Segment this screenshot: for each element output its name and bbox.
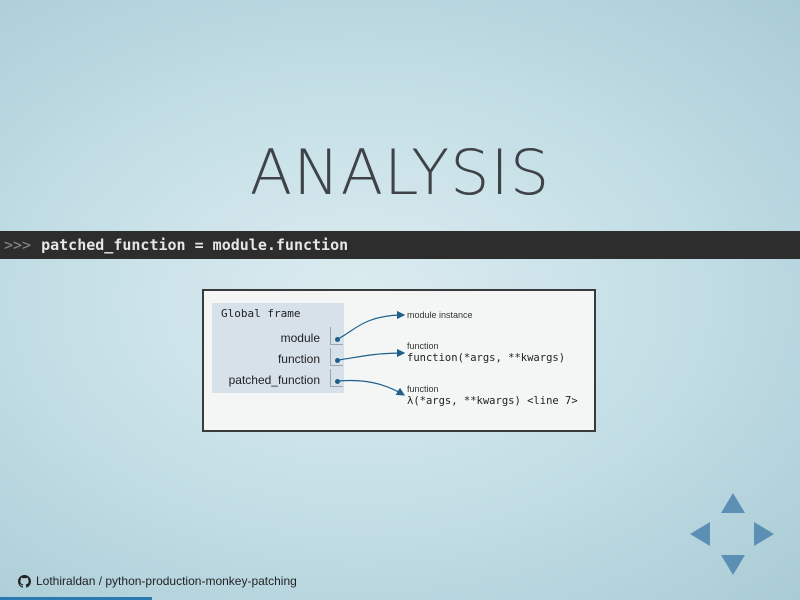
- nav-down-arrow-icon[interactable]: [721, 555, 745, 575]
- frame-diagram: Global frame module function patched_fun…: [202, 289, 596, 432]
- object-type-label: function: [407, 341, 439, 351]
- nav-up-arrow-icon[interactable]: [721, 493, 745, 513]
- nav-left-arrow-icon[interactable]: [690, 522, 710, 546]
- object-type-label: function: [407, 384, 439, 394]
- arrow-patched-function: [337, 379, 406, 396]
- footer-repo-link[interactable]: Lothiraldan / python-production-monkey-p…: [18, 574, 297, 588]
- code-line: >>> patched_function = module.function: [0, 231, 800, 259]
- object-lambda-value: λ(*args, **kwargs) <line 7>: [407, 395, 578, 407]
- object-function-value: function(*args, **kwargs): [407, 352, 566, 364]
- code-prompt: >>>: [4, 236, 32, 254]
- code-text: patched_function = module.function: [41, 236, 349, 254]
- object-module-instance: module instance: [407, 310, 473, 320]
- footer-repo-text[interactable]: Lothiraldan / python-production-monkey-p…: [36, 574, 297, 588]
- arrow-module: [337, 310, 406, 340]
- slide-title: ANALYSIS: [249, 136, 551, 209]
- github-icon: [18, 574, 31, 588]
- arrow-function: [337, 348, 406, 361]
- nav-right-arrow-icon[interactable]: [754, 522, 774, 546]
